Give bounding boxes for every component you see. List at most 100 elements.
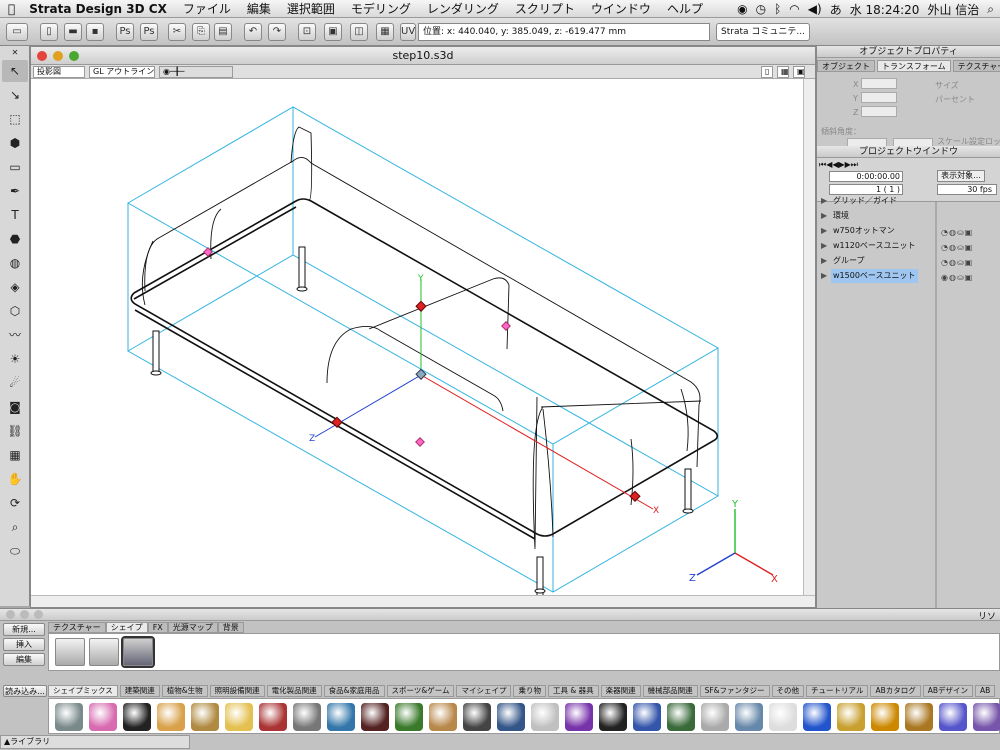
disclosure-triangle-icon[interactable]: ▶	[821, 239, 827, 253]
copy-icon[interactable]: ⎘	[192, 23, 210, 41]
category-shape-icon[interactable]	[905, 703, 933, 731]
rotate-view-tool-icon[interactable]: ⟳	[2, 492, 28, 514]
category-tab[interactable]: マイシェイプ	[456, 685, 512, 697]
close-library-icon[interactable]	[6, 610, 15, 619]
bluetooth-icon[interactable]: ᛒ	[774, 2, 781, 16]
view-split-icon[interactable]: ▣	[793, 66, 805, 78]
category-shape-icon[interactable]	[327, 703, 355, 731]
sync-icon[interactable]: ◉	[737, 2, 747, 16]
shape-thumbnail[interactable]	[121, 636, 155, 668]
menu-script[interactable]: スクリプト	[507, 0, 583, 17]
menu-selection[interactable]: 選択範囲	[279, 0, 343, 17]
hand-tool-icon[interactable]: ✋	[2, 468, 28, 490]
item-visibility-icons[interactable]: ◉◍⛀▣	[941, 271, 973, 285]
menu-file[interactable]: ファイル	[175, 0, 239, 17]
menu-user[interactable]: 外山 信治	[927, 1, 979, 18]
photoshop-import-icon[interactable]: Ps	[140, 23, 158, 41]
category-tab[interactable]: 楽器関連	[600, 685, 641, 697]
category-tab[interactable]: 電化製品関連	[266, 685, 322, 697]
frame-select-icon[interactable]: ⊡	[298, 23, 316, 41]
selection-tool-icon[interactable]: ↖	[2, 60, 28, 82]
category-shape-icon[interactable]	[225, 703, 253, 731]
direct-selection-tool-icon[interactable]: ↘	[2, 84, 28, 106]
horizontal-scrollbar[interactable]	[31, 595, 815, 607]
tab-texture[interactable]: テクスチャー	[48, 622, 106, 633]
close-window-icon[interactable]	[37, 51, 47, 61]
x-field[interactable]	[861, 78, 897, 89]
zoom-library-icon[interactable]	[34, 610, 43, 619]
show-objects-button[interactable]: 表示対象...	[937, 170, 985, 182]
category-tab[interactable]: 食品&家庭用品	[323, 685, 385, 697]
category-tab[interactable]: 照明設備関連	[209, 685, 265, 697]
apple-icon[interactable]: 	[0, 2, 23, 16]
timemachine-icon[interactable]: ◷	[756, 2, 766, 16]
category-shape-icon[interactable]	[735, 703, 763, 731]
edit-button[interactable]: 編集	[3, 653, 45, 666]
category-tab[interactable]: チュートリアル	[806, 685, 869, 697]
load-button[interactable]: 読み込み...	[3, 685, 47, 697]
category-shape-icon[interactable]	[531, 703, 559, 731]
list-item[interactable]: ▶ w1500ベースユニット ◉◍⛀▣	[817, 269, 1000, 283]
text-tool-icon[interactable]: T	[2, 204, 28, 226]
undo-icon[interactable]: ↶	[244, 23, 262, 41]
item-visibility-icons[interactable]: ◔◍⛀▣	[941, 241, 973, 255]
boolean-tool-icon[interactable]: ◈	[2, 276, 28, 298]
category-tab[interactable]: シェイプミックス	[48, 685, 118, 697]
category-shape-icon[interactable]	[191, 703, 219, 731]
tab-background[interactable]: 背景	[217, 622, 244, 633]
category-shape-icon[interactable]	[939, 703, 967, 731]
view-lock-icon[interactable]: ▯	[761, 66, 773, 78]
shape-thumbnail[interactable]	[55, 638, 85, 666]
new-document-icon[interactable]: ▯	[40, 23, 58, 41]
primitive-tool-icon[interactable]: ⬢	[2, 132, 28, 154]
list-item[interactable]: ▶ 環境	[817, 209, 1000, 223]
size-radio-label[interactable]: サイズ	[935, 80, 959, 91]
category-tab[interactable]: 機械部品関連	[642, 685, 698, 697]
tab-object[interactable]: オブジェクト	[817, 60, 875, 72]
lathe-tool-icon[interactable]: ◍	[2, 252, 28, 274]
shape-thumbnail[interactable]	[89, 638, 119, 666]
time-field[interactable]: 0:00:00.00	[829, 171, 903, 182]
category-shape-icon[interactable]	[293, 703, 321, 731]
eyedropper-tool-icon[interactable]: ⬭	[2, 540, 28, 562]
category-shape-icon[interactable]	[837, 703, 865, 731]
tab-transform[interactable]: トランスフォーム	[877, 60, 951, 72]
extrude-tool-icon[interactable]: ⬣	[2, 228, 28, 250]
category-shape-icon[interactable]	[497, 703, 525, 731]
menu-help[interactable]: ヘルプ	[659, 0, 711, 17]
y-field[interactable]	[861, 92, 897, 103]
wifi-icon[interactable]: ◠	[789, 2, 799, 16]
category-shape-icon[interactable]	[973, 703, 1000, 731]
disclosure-triangle-icon[interactable]: ▶	[821, 194, 827, 208]
zoom-window-icon[interactable]	[69, 51, 79, 61]
transport-controls-icon[interactable]: ⏮◀◀▶▶⏭	[819, 160, 858, 170]
grid-tool-icon[interactable]: ▦	[2, 444, 28, 466]
category-tab[interactable]: 建築関連	[119, 685, 160, 697]
3d-viewport[interactable]: Y X Z Y X Z	[31, 79, 815, 607]
category-shape-icon[interactable]	[769, 703, 797, 731]
cut-icon[interactable]: ✂	[168, 23, 186, 41]
camera-tool-icon[interactable]: ◙	[2, 396, 28, 418]
category-shape-icon[interactable]	[565, 703, 593, 731]
category-shape-icon[interactable]	[361, 703, 389, 731]
new-button[interactable]: 新規...	[3, 623, 45, 636]
list-item[interactable]: ▶ w1120ベースユニット ◔◍⛀▣	[817, 239, 1000, 253]
spot-light-tool-icon[interactable]: ☄	[2, 372, 28, 394]
category-tab[interactable]: ABデザイン	[922, 685, 974, 697]
input-mode-icon[interactable]: あ	[830, 1, 842, 18]
category-tab[interactable]: 植物&生物	[161, 685, 208, 697]
link-tool-icon[interactable]: ⛓	[2, 420, 28, 442]
light-tool-icon[interactable]: ☀	[2, 348, 28, 370]
category-shape-icon[interactable]	[599, 703, 627, 731]
spotlight-icon[interactable]: ⌕	[987, 2, 994, 17]
tab-texture[interactable]: テクスチャー	[952, 60, 1000, 72]
minimize-library-icon[interactable]	[20, 610, 29, 619]
category-shape-icon[interactable]	[89, 703, 117, 731]
list-item[interactable]: ▶ グループ ◔◍⛀▣	[817, 254, 1000, 268]
item-visibility-icons[interactable]: ◔◍⛀▣	[941, 256, 973, 270]
category-tab[interactable]: その他	[771, 685, 805, 697]
save-icon[interactable]: ▪	[86, 23, 104, 41]
category-shape-icon[interactable]	[157, 703, 185, 731]
tab-light-map[interactable]: 光源マップ	[167, 622, 218, 633]
tab-shape[interactable]: シェイプ	[105, 622, 148, 633]
